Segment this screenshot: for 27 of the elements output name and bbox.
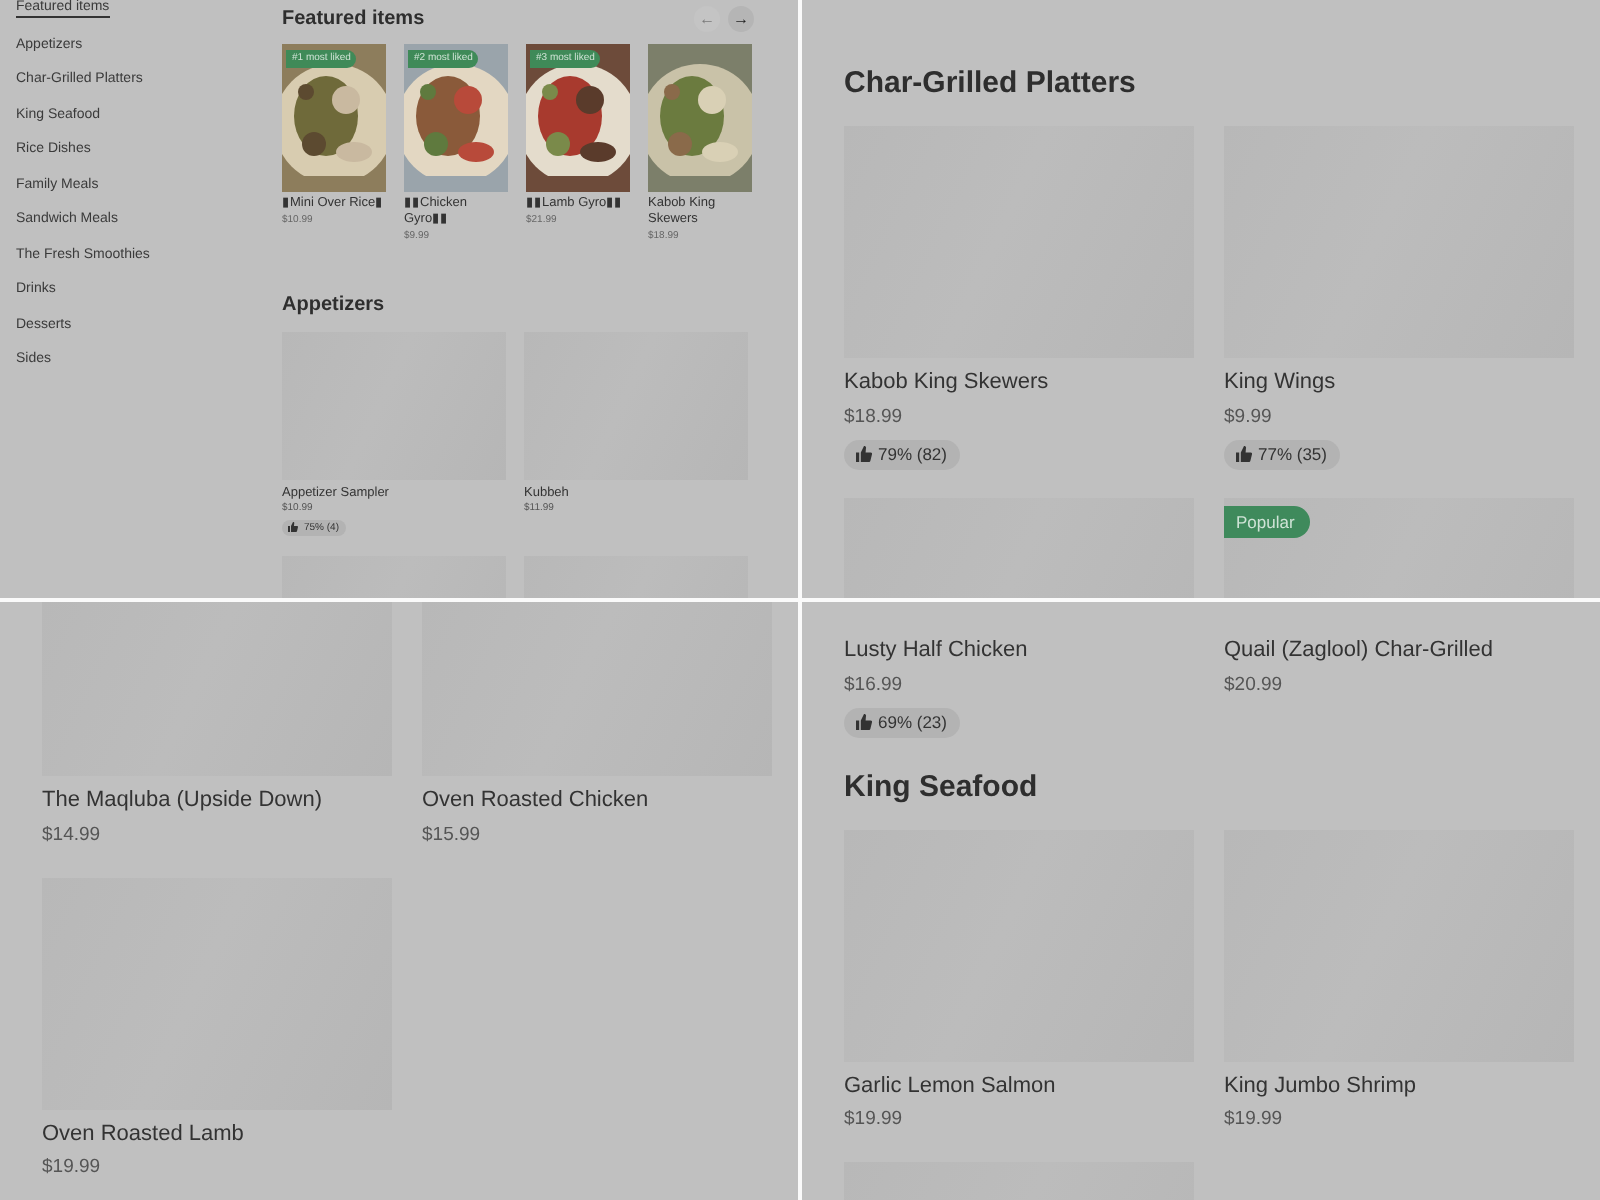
rating-text: 69% (23) <box>878 709 947 735</box>
item-price: $19.99 <box>1224 1106 1285 1134</box>
item-price: $19.99 <box>42 1154 103 1183</box>
item-name: King Wings <box>1224 368 1338 398</box>
item-price: $19.99 <box>844 1106 905 1134</box>
item-name: Quail (Zaglool) Char-Grilled <box>1224 636 1495 666</box>
item-price: $9.99 <box>1224 403 1274 431</box>
item-price: $20.99 <box>1224 671 1285 699</box>
item-name: Oven Roasted Lamb <box>42 1119 246 1150</box>
section-heading: Char-Grilled Platters <box>844 66 1138 102</box>
item-price: $14.99 <box>42 821 103 849</box>
item-price: $18.99 <box>844 403 905 431</box>
popular-badge: Popular <box>1224 505 1311 539</box>
item-price: $16.99 <box>844 671 905 699</box>
rating-text: 77% (35) <box>1258 441 1327 467</box>
item-name: King Jumbo Shrimp <box>1224 1071 1418 1101</box>
item-name: Kabob King Skewers <box>844 368 1051 398</box>
section-heading: Featured items <box>282 7 425 31</box>
section-heading: Appetizers <box>282 293 387 317</box>
item-name: Oven Roasted Chicken <box>422 786 651 816</box>
next-button[interactable]: → <box>728 6 754 32</box>
section-heading: King Seafood <box>844 769 1040 805</box>
item-name: Garlic Lemon Salmon <box>844 1071 1058 1101</box>
item-name: Lusty Half Chicken <box>844 636 1030 666</box>
item-name: The Maqluba (Upside Down) <box>42 786 325 816</box>
item-price: $15.99 <box>422 821 483 849</box>
rating-text: 79% (82) <box>878 441 947 467</box>
